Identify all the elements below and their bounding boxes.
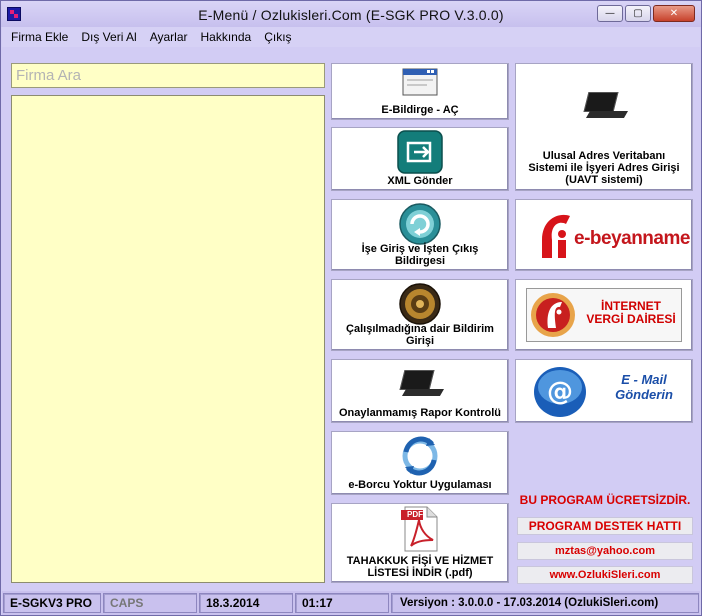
status-time: 01:17: [295, 593, 389, 613]
tahakkuk-fisi-button[interactable]: PDF TAHAKKUK FİŞİ VE HİZMET LİSTESİ İNDİ…: [331, 503, 509, 583]
email-gonder-label: E - Mail Gönderin: [598, 372, 690, 402]
calisilmadigina-button[interactable]: Çalışılmadığına dair Bildirim Girişi: [331, 279, 509, 351]
svg-text:@: @: [547, 377, 573, 407]
status-bar: E-SGKV3 PRO CAPS 18.3.2014 01:17 Versiyo…: [2, 591, 700, 615]
ebildirge-label: E-Bildirge - AÇ: [381, 104, 459, 116]
ivd-logo-icon: [531, 293, 575, 337]
menu-dis-veri-al[interactable]: Dış Veri Al: [81, 30, 136, 44]
speaker-icon: [399, 283, 441, 325]
calisilmadigina-label-line2: Girişi: [405, 335, 435, 347]
onaylanmamis-rapor-label: Onaylanmamış Rapor Kontrolü: [339, 407, 501, 419]
internet-vergi-dairesi-button[interactable]: İNTERNET VERGİ DAİRESİ: [515, 279, 693, 351]
company-search-input[interactable]: [11, 63, 325, 88]
uavt-label: Ulusal Adres Veritabanı Sistemi ile İşye…: [518, 150, 690, 186]
support-line-link[interactable]: PROGRAM DESTEK HATTI: [517, 517, 693, 535]
tahakkuk-label-line2: LİSTESİ İNDİR (.pdf): [367, 567, 473, 579]
xml-send-icon: [397, 130, 443, 174]
title-bar[interactable]: E-Menü / Ozlukisleri.Com (E-SGK PRO V.3.…: [1, 1, 701, 27]
xml-gonder-label: XML Gönder: [387, 175, 453, 187]
ise-giris-button[interactable]: İşe Giriş ve İşten Çıkış Bildirgesi: [331, 199, 509, 271]
uavt-label-line2: Sistemi ile İşyeri Adres Girişi: [528, 162, 680, 174]
menu-ayarlar[interactable]: Ayarlar: [150, 30, 188, 44]
main-window: E-Menü / Ozlukisleri.Com (E-SGK PRO V.3.…: [0, 0, 702, 616]
status-caps: CAPS: [103, 593, 197, 613]
ise-giris-label: İşe Giriş ve İşten Çıkış Bildirgesi: [334, 243, 506, 267]
status-version: Versiyon : 3.0.0.0 - 17.03.2014 (OzlukiS…: [391, 593, 699, 613]
laptop-icon: [582, 92, 629, 120]
onaylanmamis-rapor-button[interactable]: Onaylanmamış Rapor Kontrolü: [331, 359, 509, 423]
uavt-label-line3: (UAVT sistemi): [565, 174, 643, 186]
tahakkuk-label-line1: TAHAKKUK FİŞİ VE HİZMET: [346, 555, 494, 567]
ebeyanname-label: e-beyanname: [574, 228, 690, 249]
ivd-label: İNTERNET VERGİ DAİRESİ: [576, 300, 686, 326]
close-button[interactable]: ✕: [653, 5, 695, 22]
entry-exit-icon: [399, 203, 441, 245]
laptop-icon: [398, 370, 445, 398]
maximize-button[interactable]: ▢: [625, 5, 651, 22]
window-controls: — ▢ ✕: [597, 5, 695, 22]
email-label-line2: Gönderin: [615, 387, 673, 402]
ebeyanname-button[interactable]: e-beyanname: [515, 199, 693, 271]
eborcu-yoktur-button[interactable]: e-Borcu Yoktur Uygulaması: [331, 431, 509, 495]
pdf-badge-label: PDF: [407, 510, 423, 519]
window-icon: [402, 68, 438, 96]
email-at-icon: @: [534, 367, 586, 417]
company-list[interactable]: [11, 95, 325, 583]
email-label-line1: E - Mail: [621, 372, 667, 387]
menu-hakkinda[interactable]: Hakkında: [201, 30, 252, 44]
xml-gonder-button[interactable]: XML Gönder: [331, 127, 509, 191]
uavt-label-line1: Ulusal Adres Veritabanı: [542, 150, 666, 162]
ise-giris-label-line1: İşe Giriş ve İşten Çıkış: [361, 243, 479, 255]
menu-bar: Firma Ekle Dış Veri Al Ayarlar Hakkında …: [2, 27, 700, 47]
ebeyanname-logo-icon: [542, 214, 570, 258]
status-date: 18.3.2014: [199, 593, 293, 613]
minimize-button[interactable]: —: [597, 5, 623, 22]
free-program-text: BU PROGRAM ÜCRETSİZDİR.: [519, 493, 691, 507]
menu-cikis[interactable]: Çıkış: [264, 30, 291, 44]
website-link[interactable]: www.OzlukiSleri.com: [517, 566, 693, 584]
calisilmadigina-label: Çalışılmadığına dair Bildirim Girişi: [334, 323, 506, 347]
sync-icon: [402, 436, 438, 476]
eborcu-yoktur-label: e-Borcu Yoktur Uygulaması: [348, 479, 492, 491]
calisilmadigina-label-line1: Çalışılmadığına dair Bildirim: [346, 323, 494, 335]
tahakkuk-fisi-label: TAHAKKUK FİŞİ VE HİZMET LİSTESİ İNDİR (.…: [334, 555, 506, 579]
window-title: E-Menü / Ozlukisleri.Com (E-SGK PRO V.3.…: [198, 7, 504, 23]
ebildirge-button[interactable]: E-Bildirge - AÇ: [331, 63, 509, 120]
email-gonder-button[interactable]: @ E - Mail Gönderin: [515, 359, 693, 423]
ise-giris-label-line2: Bildirgesi: [394, 255, 446, 267]
status-product: E-SGKV3 PRO: [3, 593, 101, 613]
ivd-label-line2: VERGİ DAİRESİ: [586, 312, 676, 326]
uavt-button[interactable]: Ulusal Adres Veritabanı Sistemi ile İşye…: [515, 63, 693, 191]
email-link[interactable]: mztas@yahoo.com: [517, 542, 693, 560]
menu-firma-ekle[interactable]: Firma Ekle: [11, 30, 68, 44]
